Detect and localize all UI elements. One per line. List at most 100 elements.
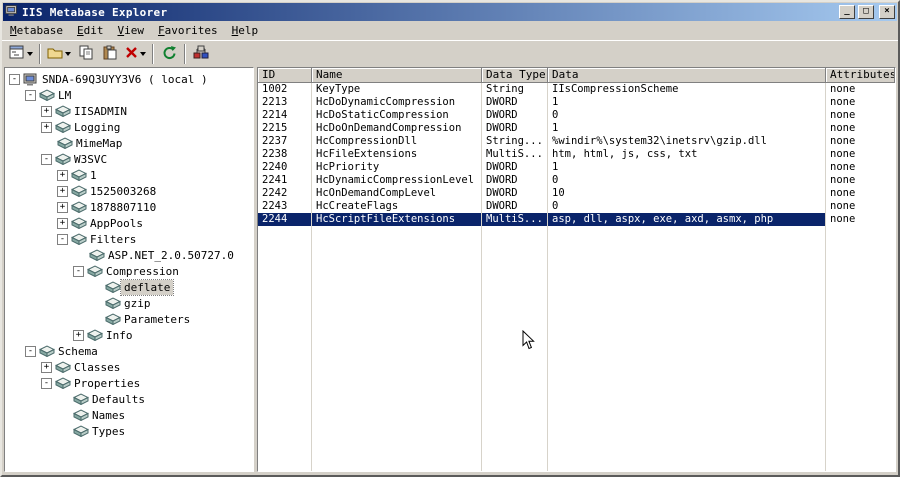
cell-name: HcOnDemandCompLevel: [316, 187, 437, 199]
metabase-key-icon: [39, 89, 55, 101]
column-separator: [311, 83, 312, 471]
connect-machine-button[interactable]: [189, 43, 213, 65]
maximize-button[interactable]: □: [858, 5, 874, 19]
tree-item-iisadmin[interactable]: + IISADMIN: [5, 103, 253, 119]
close-button[interactable]: ×: [879, 5, 895, 19]
tree-item-label: 1: [90, 168, 97, 182]
metabase-key-icon: [71, 169, 87, 181]
column-header-data-type[interactable]: Data Type: [482, 68, 548, 83]
column-header-data[interactable]: Data: [548, 68, 826, 83]
cell-data-type: String...: [486, 135, 543, 147]
tree-item-schema[interactable]: - Schema: [5, 343, 253, 359]
cell-data-type: DWORD: [486, 200, 518, 212]
table-row[interactable]: 2238 HcFileExtensions MultiS... htm, html, …: [258, 148, 895, 161]
tree-item-mimemap[interactable]: MimeMap: [5, 135, 253, 151]
cell-data-type: DWORD: [486, 187, 518, 199]
tree-item-label: AppPools: [90, 216, 143, 230]
table-row[interactable]: 2244 HcScriptFileExtensions MultiS... asp, …: [258, 213, 895, 226]
refresh-button[interactable]: [157, 43, 181, 65]
collapse-toggle-icon[interactable]: -: [9, 73, 20, 85]
cell-data: 0: [552, 109, 559, 121]
delete-button[interactable]: [122, 43, 149, 65]
expand-toggle-icon[interactable]: +: [41, 361, 52, 373]
menu-view[interactable]: View: [110, 22, 151, 39]
cell-attributes: none: [830, 200, 856, 212]
tree-item-w3svc[interactable]: - W3SVC: [5, 151, 253, 167]
tree-item-1525003268[interactable]: +1525003268: [5, 183, 253, 199]
title-bar[interactable]: IIS Metabase Explorer _ □ ×: [3, 3, 897, 21]
menu-help[interactable]: Help: [225, 22, 266, 39]
tree-item-gzip[interactable]: gzip: [5, 295, 253, 311]
table-row[interactable]: 2237 HcCompressionDll String... %windir%\sy…: [258, 135, 895, 148]
tree-item-apppools[interactable]: + AppPools: [5, 215, 253, 231]
menu-metabase[interactable]: Metabase: [3, 22, 70, 39]
cell-id: 2237: [262, 135, 288, 147]
tree-item-defaults[interactable]: Defaults: [5, 391, 253, 407]
table-row[interactable]: 2214 HcDoStaticCompression DWORD 0 none: [258, 109, 895, 122]
collapse-toggle-icon[interactable]: -: [25, 345, 36, 357]
metabase-key-icon: [55, 153, 71, 165]
column-header-id[interactable]: ID: [258, 68, 312, 83]
collapse-toggle-icon[interactable]: -: [41, 153, 52, 165]
cell-attributes: none: [830, 122, 856, 134]
cell-data-type: DWORD: [486, 161, 518, 173]
tree-item-label: Info: [106, 328, 133, 342]
collapse-toggle-icon[interactable]: -: [41, 377, 52, 389]
cell-attributes: none: [830, 83, 856, 95]
collapse-toggle-icon[interactable]: -: [57, 233, 68, 245]
tree-item-asp-net-2-0-50727-0[interactable]: ASP.NET_2.0.50727.0: [5, 247, 253, 263]
metabase-key-icon: [55, 121, 71, 133]
table-row[interactable]: 2215 HcDoOnDemandCompression DWORD 1 none: [258, 122, 895, 135]
paste-button[interactable]: [98, 43, 122, 65]
expand-toggle-icon[interactable]: +: [73, 329, 84, 341]
table-row[interactable]: 2241 HcDynamicCompressionLevel DWORD 0 none: [258, 174, 895, 187]
tree-item-properties[interactable]: - Properties: [5, 375, 253, 391]
connect-machine-icon: [193, 45, 209, 63]
cell-id: 2214: [262, 109, 288, 121]
column-header-name[interactable]: Name: [312, 68, 482, 83]
column-header-attributes[interactable]: Attributes: [826, 68, 895, 83]
expand-toggle-icon[interactable]: +: [57, 201, 68, 213]
copy-button[interactable]: [74, 43, 98, 65]
tree-item-lm[interactable]: - LM: [5, 87, 253, 103]
new-key-button[interactable]: [44, 43, 74, 65]
minimize-button[interactable]: _: [839, 5, 855, 19]
tree: - SNDA-69Q3UYY3V6 ( local ) - LM + IISADMIN + L…: [4, 67, 254, 472]
collapse-toggle-icon[interactable]: -: [25, 89, 36, 101]
expand-toggle-icon[interactable]: +: [41, 105, 52, 117]
metabase-key-icon: [105, 297, 121, 309]
main-area: - SNDA-69Q3UYY3V6 ( local ) - LM + IISADMIN + L…: [2, 67, 898, 475]
table-row[interactable]: 1002 KeyType String IIsCompressionScheme non…: [258, 83, 895, 96]
tree-item-1[interactable]: +1: [5, 167, 253, 183]
tree-item-label: Properties: [74, 376, 141, 390]
tree-item-parameters[interactable]: Parameters: [5, 311, 253, 327]
tree-item-names[interactable]: Names: [5, 407, 253, 423]
tree-item-snda-69q3uyy3v6-local[interactable]: - SNDA-69Q3UYY3V6 ( local ): [5, 71, 253, 87]
menu-edit[interactable]: Edit: [70, 22, 111, 39]
expand-toggle-icon[interactable]: +: [57, 185, 68, 197]
tree-item-label: Compression: [106, 264, 179, 278]
toolbar-separator: [152, 44, 154, 64]
tree-item-1878807110[interactable]: +1878807110: [5, 199, 253, 215]
expand-toggle-icon[interactable]: +: [57, 217, 68, 229]
expand-toggle-icon[interactable]: +: [41, 121, 52, 133]
cell-data: %windir%\system32\inetsrv\gzip.dll: [552, 135, 767, 147]
tree-view-dropdown-button[interactable]: [6, 43, 36, 65]
metabase-key-icon: [55, 377, 71, 389]
tree-item-info[interactable]: + Info: [5, 327, 253, 343]
table-row[interactable]: 2242 HcOnDemandCompLevel DWORD 10 none: [258, 187, 895, 200]
tree-item-classes[interactable]: + Classes: [5, 359, 253, 375]
tree-item-deflate[interactable]: deflate: [5, 278, 253, 296]
expand-toggle-icon[interactable]: +: [57, 169, 68, 181]
cell-name: HcScriptFileExtensions: [312, 213, 482, 226]
table-row[interactable]: 2213 HcDoDynamicCompression DWORD 1 none: [258, 96, 895, 109]
tree-item-label: gzip: [124, 296, 151, 310]
collapse-toggle-icon[interactable]: -: [73, 265, 84, 277]
table-row[interactable]: 2243 HcCreateFlags DWORD 0 none: [258, 200, 895, 213]
menu-favorites[interactable]: Favorites: [151, 22, 225, 39]
tree-item-filters[interactable]: - Filters: [5, 231, 253, 247]
tree-item-logging[interactable]: + Logging: [5, 119, 253, 135]
tree-item-compression[interactable]: - Compression: [5, 263, 253, 279]
tree-item-types[interactable]: Types: [5, 423, 253, 439]
table-row[interactable]: 2240 HcPriority DWORD 1 none: [258, 161, 895, 174]
